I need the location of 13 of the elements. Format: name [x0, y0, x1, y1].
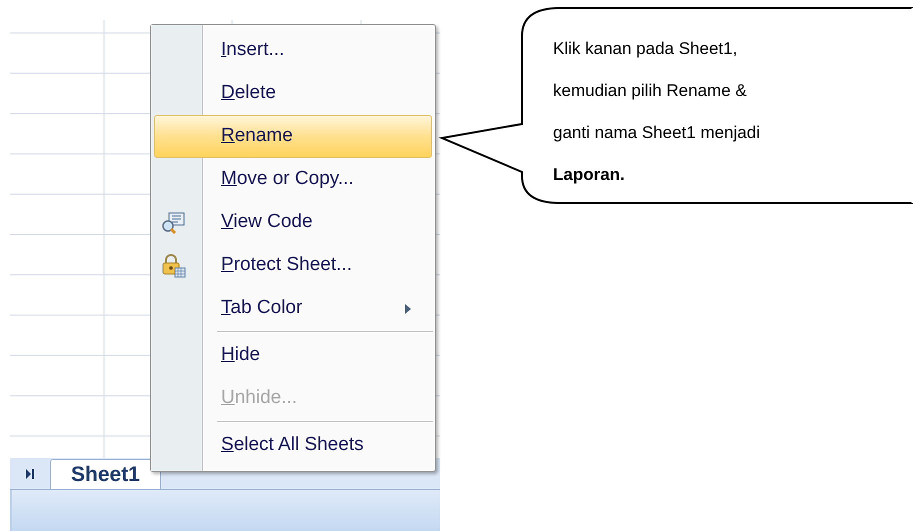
menu-item[interactable]: Insert... — [154, 29, 432, 72]
menu-item[interactable]: Move or Copy... — [154, 158, 432, 201]
last-sheet-icon — [25, 469, 35, 479]
menu-item[interactable]: Hide — [154, 334, 432, 377]
menu-item[interactable]: Delete — [154, 72, 432, 115]
menu-item[interactable]: Protect Sheet... — [154, 244, 432, 287]
callout-text: Klik kanan pada Sheet1, kemudian pilih Rename & ganti nama Sheet1 menjadi Laporan. — [553, 38, 760, 186]
menu-item[interactable]: View Code — [154, 201, 432, 244]
sheet-tab[interactable]: Sheet1 — [50, 459, 161, 489]
menu-item[interactable]: Tab Color — [154, 287, 432, 330]
menu-item[interactable]: Rename — [154, 115, 432, 158]
view-code-icon — [161, 212, 185, 234]
lock-icon — [162, 254, 186, 278]
